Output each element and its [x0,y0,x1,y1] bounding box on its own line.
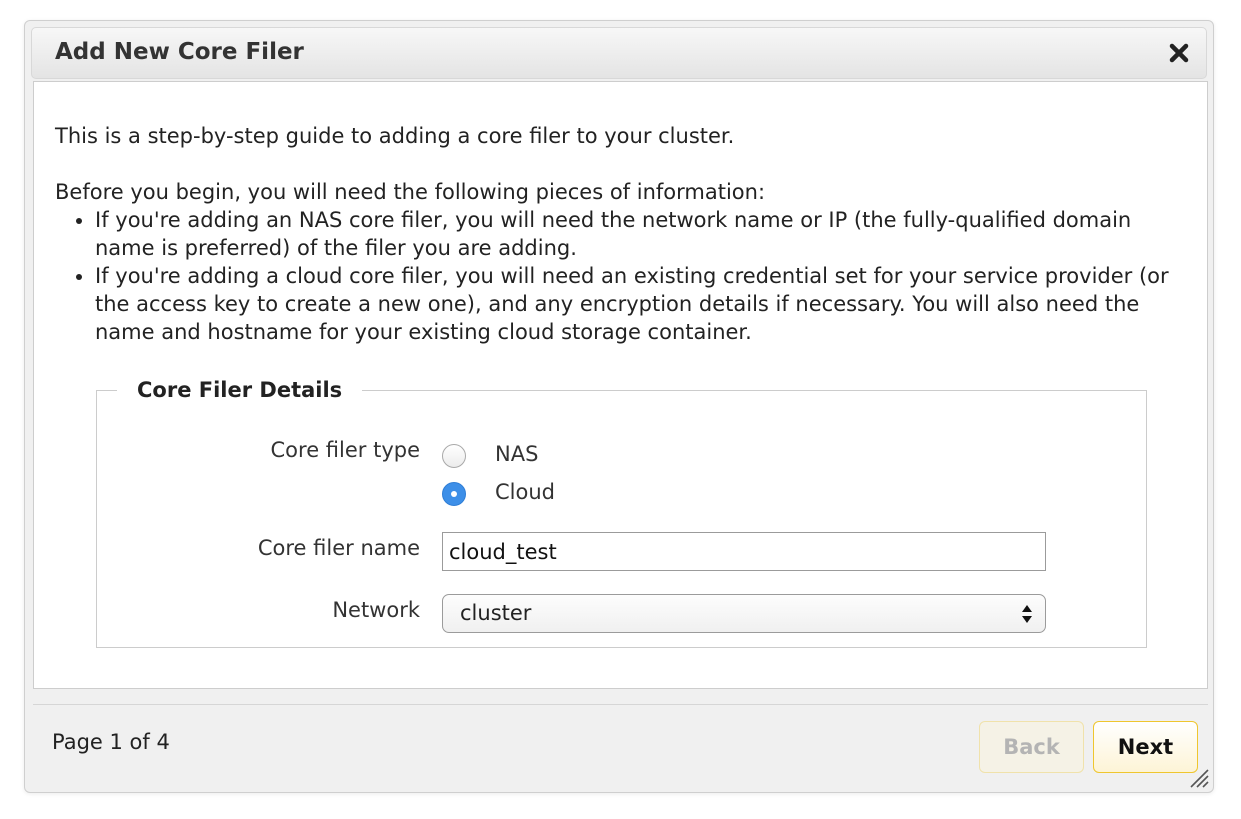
radio-cloud[interactable] [442,482,466,506]
dialog-content: This is a step-by-step guide to adding a… [33,81,1208,689]
dialog-titlebar[interactable]: Add New Core Filer [31,27,1207,79]
list-item: If you're adding a cloud core filer, you… [95,262,1185,346]
footer-divider [33,704,1208,705]
core-filer-name-label: Core filer name [257,536,420,560]
intro-text: This is a step-by-step guide to adding a… [55,124,735,148]
list-item: If you're adding an NAS core filer, you … [95,206,1185,262]
network-label: Network [332,598,420,622]
close-icon[interactable] [1166,40,1192,66]
back-button[interactable]: Back [979,721,1084,773]
before-you-begin-text: Before you begin, you will need the foll… [55,180,766,204]
page-status: Page 1 of 4 [52,730,170,754]
radio-nas-label[interactable]: NAS [495,442,538,466]
radio-nas[interactable] [442,444,466,468]
core-filer-details-legend: Core Filer Details [137,378,343,402]
resize-grip-icon[interactable] [1187,766,1209,788]
next-button[interactable]: Next [1093,721,1198,773]
core-filer-name-input[interactable] [442,532,1046,571]
core-filer-type-label: Core filer type [270,438,420,462]
dialog-title: Add New Core Filer [55,39,304,65]
network-select[interactable]: cluster [442,594,1046,633]
add-core-filer-dialog: Add New Core Filer This is a step-by-ste… [24,20,1214,793]
requirements-list: If you're adding an NAS core filer, you … [55,206,1185,346]
select-arrows-icon [1021,601,1033,627]
network-select-value: cluster [460,601,532,625]
radio-cloud-label[interactable]: Cloud [495,480,555,504]
core-filer-details-group: Core Filer Details Core filer type NAS C… [96,378,1147,648]
